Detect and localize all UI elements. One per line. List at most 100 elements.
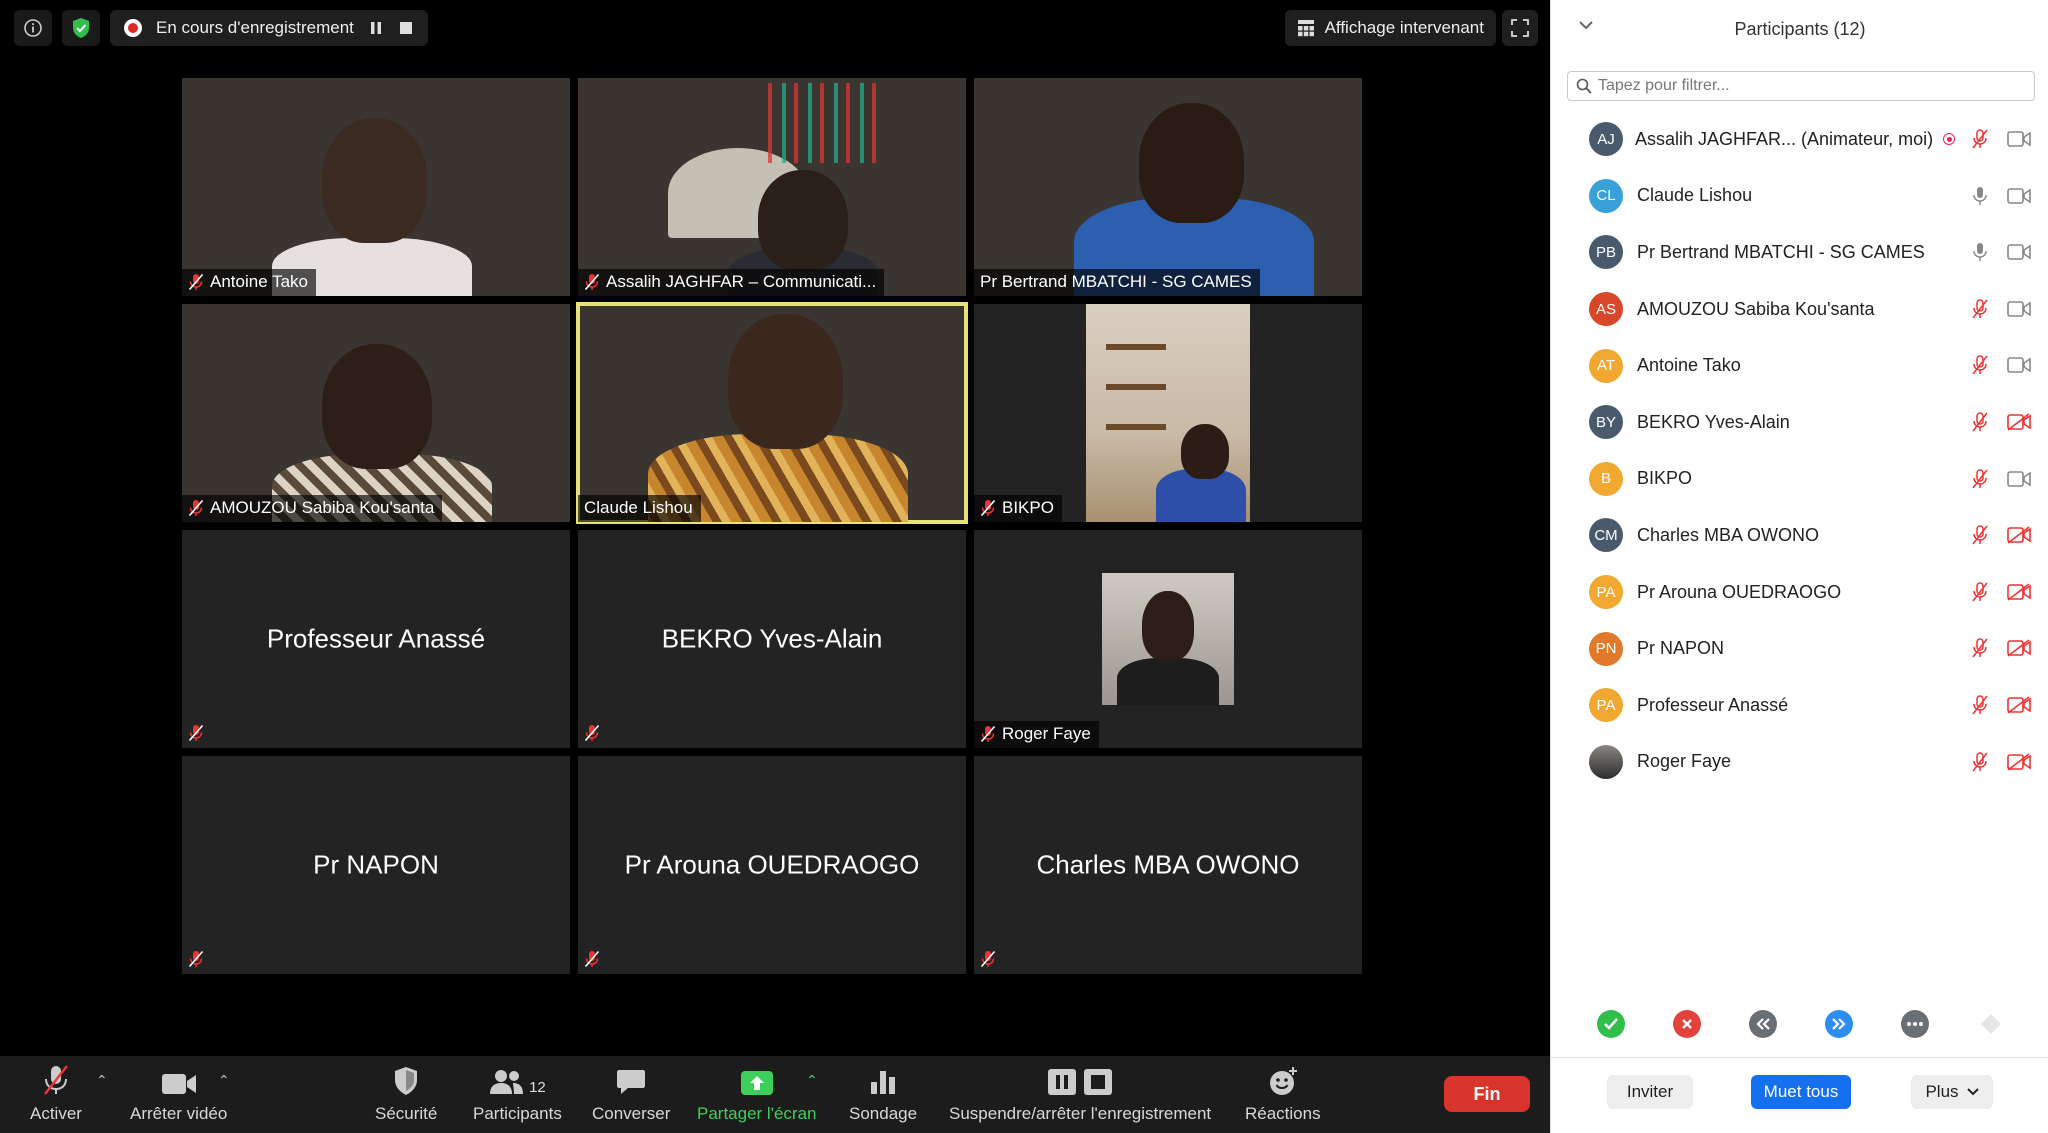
participant-row[interactable]: PN Pr NAPON bbox=[1551, 620, 2048, 677]
slower-feedback-button[interactable] bbox=[1749, 1010, 1777, 1038]
video-camera-icon[interactable] bbox=[2007, 187, 2031, 205]
video-off-icon[interactable] bbox=[2007, 752, 2031, 771]
security-button[interactable]: Sécurité bbox=[375, 1064, 437, 1124]
more-options-button[interactable]: Plus bbox=[1911, 1075, 1993, 1109]
faster-feedback-button[interactable] bbox=[1825, 1010, 1853, 1038]
participant-row[interactable]: CL Claude Lishou bbox=[1551, 168, 2048, 225]
clear-feedback-button[interactable] bbox=[1977, 1010, 2005, 1038]
video-camera-icon[interactable] bbox=[2007, 130, 2031, 148]
more-options-label: Plus bbox=[1925, 1082, 1959, 1101]
muted-mic-icon[interactable] bbox=[1971, 412, 1989, 432]
video-camera-icon[interactable] bbox=[2007, 243, 2031, 261]
participant-list: AJ Assalih JAGHFAR... (Animateur, moi) C… bbox=[1551, 111, 2048, 790]
stop-video-button[interactable]: Arrêter vidéo bbox=[130, 1064, 227, 1124]
participant-name: Antoine Tako bbox=[210, 272, 308, 291]
participant-display-name: Pr NAPON bbox=[313, 849, 439, 880]
participant-row[interactable]: AJ Assalih JAGHFAR... (Animateur, moi) bbox=[1551, 111, 2048, 168]
mic-icon[interactable] bbox=[1971, 186, 1989, 206]
video-tile[interactable]: Charles MBA OWONO bbox=[974, 756, 1362, 974]
unmute-button[interactable]: Activer bbox=[30, 1064, 82, 1124]
muted-mic-icon bbox=[188, 273, 204, 291]
video-tile[interactable]: BEKRO Yves-Alain bbox=[578, 530, 966, 748]
filter-input[interactable] bbox=[1598, 77, 2018, 95]
meeting-toolbar: Activer ⌃ Arrêter vidéo ⌃ Sécurité 12 Pa… bbox=[0, 1056, 1550, 1133]
poll-label: Sondage bbox=[849, 1104, 918, 1123]
participant-row[interactable]: CM Charles MBA OWONO bbox=[1551, 507, 2048, 564]
video-tile[interactable]: Roger Faye bbox=[974, 530, 1362, 748]
search-icon bbox=[1576, 78, 1592, 94]
invite-button[interactable]: Inviter bbox=[1607, 1075, 1693, 1109]
participants-button[interactable]: 12 Participants bbox=[473, 1064, 562, 1124]
pause-recording-button[interactable] bbox=[368, 20, 384, 36]
recording-controls-button[interactable]: Suspendre/arrêter l'enregistrement bbox=[949, 1064, 1211, 1124]
video-off-icon[interactable] bbox=[2007, 526, 2031, 544]
muted-mic-icon[interactable] bbox=[1971, 695, 1989, 715]
chevron-down-icon[interactable] bbox=[1579, 20, 1593, 30]
video-camera-icon[interactable] bbox=[2007, 300, 2031, 318]
video-tile[interactable]: Pr Arouna OUEDRAOGO bbox=[578, 756, 966, 974]
participant-name: Roger Faye bbox=[1002, 724, 1091, 743]
video-tile[interactable]: Pr NAPON bbox=[182, 756, 570, 974]
muted-mic-icon[interactable] bbox=[1971, 525, 1989, 545]
participant-row[interactable]: Roger Faye bbox=[1551, 734, 2048, 791]
mic-icon[interactable] bbox=[1971, 242, 1989, 262]
shield-icon bbox=[395, 1067, 418, 1095]
end-meeting-button[interactable]: Fin bbox=[1444, 1076, 1530, 1112]
participant-nametag: Pr Bertrand MBATCHI - SG CAMES bbox=[974, 269, 1260, 296]
reactions-label: Réactions bbox=[1245, 1104, 1321, 1123]
no-feedback-button[interactable] bbox=[1673, 1010, 1701, 1038]
participant-row[interactable]: PB Pr Bertrand MBATCHI - SG CAMES bbox=[1551, 224, 2048, 281]
muted-mic-icon[interactable] bbox=[1971, 751, 1989, 772]
stop-icon bbox=[399, 22, 412, 34]
muted-mic-icon bbox=[584, 950, 600, 968]
muted-mic-icon[interactable] bbox=[1971, 129, 1989, 149]
poll-button[interactable]: Sondage bbox=[849, 1064, 917, 1124]
mute-all-button[interactable]: Muet tous bbox=[1751, 1075, 1851, 1109]
video-tile[interactable]: Antoine Tako bbox=[182, 78, 570, 296]
muted-mic-icon[interactable] bbox=[1971, 299, 1989, 319]
video-options-caret[interactable]: ⌃ bbox=[218, 1072, 230, 1089]
video-off-icon[interactable] bbox=[2007, 696, 2031, 714]
video-off-icon[interactable] bbox=[2007, 583, 2031, 601]
avatar: PA bbox=[1589, 688, 1623, 723]
video-tile[interactable]: Pr Bertrand MBATCHI - SG CAMES bbox=[974, 78, 1362, 296]
share-screen-button[interactable]: Partager l'écran bbox=[697, 1064, 816, 1124]
share-screen-label: Partager l'écran bbox=[697, 1104, 817, 1123]
video-tile[interactable]: BIKPO bbox=[974, 304, 1362, 522]
reactions-button[interactable]: Réactions bbox=[1245, 1064, 1321, 1124]
speaker-view-button[interactable]: Affichage intervenant bbox=[1284, 10, 1496, 46]
muted-mic-icon[interactable] bbox=[1971, 355, 1989, 375]
muted-mic-icon[interactable] bbox=[1971, 468, 1989, 489]
video-off-icon[interactable] bbox=[2007, 639, 2031, 657]
video-tile[interactable]: Assalih JAGHFAR – Communicati... bbox=[578, 78, 966, 296]
video-off-icon[interactable] bbox=[2007, 413, 2031, 431]
participant-row[interactable]: AT Antoine Tako bbox=[1551, 337, 2048, 394]
video-tile[interactable]: Professeur Anassé bbox=[182, 530, 570, 748]
fullscreen-button[interactable] bbox=[1502, 10, 1538, 46]
video-camera-icon[interactable] bbox=[2007, 356, 2031, 374]
more-feedback-button[interactable] bbox=[1901, 1010, 1929, 1038]
muted-mic-icon bbox=[188, 950, 204, 968]
participant-row[interactable]: AS AMOUZOU Sabiba Kou'santa bbox=[1551, 281, 2048, 338]
participant-row[interactable]: PA Pr Arouna OUEDRAOGO bbox=[1551, 564, 2048, 621]
yes-feedback-button[interactable] bbox=[1597, 1010, 1625, 1038]
muted-mic-icon[interactable] bbox=[1971, 582, 1989, 602]
chat-button[interactable]: Converser bbox=[592, 1064, 670, 1124]
video-tile[interactable]: AMOUZOU Sabiba Kou'santa bbox=[182, 304, 570, 522]
audio-options-caret[interactable]: ⌃ bbox=[96, 1072, 108, 1089]
participant-name: Claude Lishou bbox=[1637, 185, 1753, 206]
avatar: CM bbox=[1589, 518, 1623, 553]
muted-mic-icon[interactable] bbox=[1971, 638, 1989, 658]
participant-row[interactable]: B BIKPO bbox=[1551, 451, 2048, 508]
participant-row[interactable]: BY BEKRO Yves-Alain bbox=[1551, 394, 2048, 451]
video-tile-active-speaker[interactable]: Claude Lishou bbox=[576, 302, 968, 524]
stop-recording-button[interactable] bbox=[398, 20, 414, 36]
info-button[interactable] bbox=[14, 10, 52, 46]
check-icon bbox=[1604, 1018, 1618, 1030]
participant-row[interactable]: PA Professeur Anassé bbox=[1551, 677, 2048, 734]
video-camera-icon[interactable] bbox=[2007, 470, 2031, 488]
share-options-caret[interactable]: ⌃ bbox=[806, 1072, 818, 1089]
encryption-button[interactable] bbox=[62, 10, 100, 46]
avatar: PA bbox=[1589, 575, 1623, 610]
rewind-icon bbox=[1756, 1018, 1770, 1030]
